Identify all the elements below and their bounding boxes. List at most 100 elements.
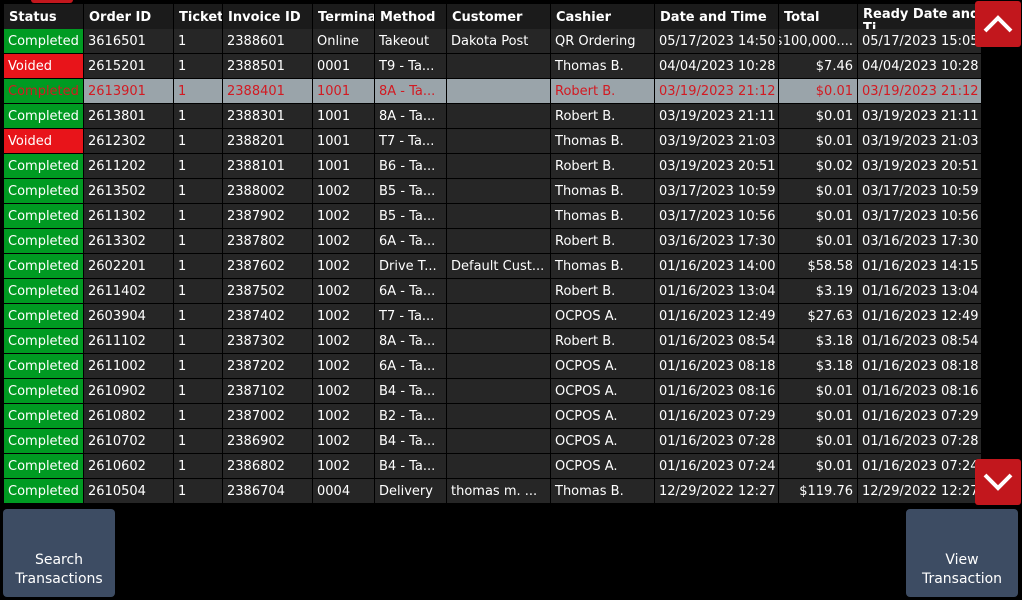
cell-total[interactable]: $3.18: [779, 354, 857, 379]
cell-terminal[interactable]: 0001: [313, 54, 374, 79]
cell-ready-date-time[interactable]: 01/16/2023 07:24: [858, 454, 981, 479]
cell-invoice-id[interactable]: 2387802: [223, 229, 312, 254]
cell-ticket[interactable]: 1: [174, 254, 222, 279]
cell-order-id[interactable]: 2610902: [84, 379, 173, 404]
cell-method[interactable]: 6A - Ta...: [375, 229, 446, 254]
column-header-order-id[interactable]: Order ID: [84, 4, 173, 32]
cell-invoice-id[interactable]: 2387102: [223, 379, 312, 404]
cell-invoice-id[interactable]: 2388201: [223, 129, 312, 154]
cell-total[interactable]: $3.19: [779, 279, 857, 304]
cell-invoice-id[interactable]: 2387302: [223, 329, 312, 354]
cell-date-time[interactable]: 01/16/2023 07:29: [655, 404, 778, 429]
cell-customer[interactable]: Dakota Post: [447, 29, 550, 54]
cell-method[interactable]: 6A - Ta...: [375, 354, 446, 379]
cell-invoice-id[interactable]: 2386704: [223, 479, 312, 504]
cell-total[interactable]: $0.01: [779, 404, 857, 429]
cell-cashier[interactable]: Thomas B.: [551, 129, 654, 154]
cell-method[interactable]: B4 - Ta...: [375, 454, 446, 479]
cell-order-id[interactable]: 2610602: [84, 454, 173, 479]
cell-total[interactable]: $7.46: [779, 54, 857, 79]
cell-customer[interactable]: [447, 404, 550, 429]
cell-total[interactable]: $3.18: [779, 329, 857, 354]
search-transactions-button[interactable]: Search Transactions: [3, 509, 115, 597]
cell-method[interactable]: B2 - Ta...: [375, 404, 446, 429]
cell-ready-date-time[interactable]: 05/17/2023 15:05: [858, 29, 981, 54]
cell-ready-date-time[interactable]: 03/16/2023 17:30: [858, 229, 981, 254]
cell-order-id[interactable]: 2613901: [84, 79, 173, 104]
status-badge[interactable]: Completed: [4, 229, 83, 254]
cell-customer[interactable]: [447, 379, 550, 404]
cell-ticket[interactable]: 1: [174, 354, 222, 379]
cell-invoice-id[interactable]: 2388601: [223, 29, 312, 54]
cell-ticket[interactable]: 1: [174, 54, 222, 79]
cell-customer[interactable]: [447, 129, 550, 154]
cell-invoice-id[interactable]: 2388301: [223, 104, 312, 129]
scroll-down-button[interactable]: [975, 459, 1021, 505]
cell-method[interactable]: Drive T...: [375, 254, 446, 279]
cell-ready-date-time[interactable]: 01/16/2023 08:16: [858, 379, 981, 404]
cell-cashier[interactable]: OCPOS A.: [551, 404, 654, 429]
cell-terminal[interactable]: Online: [313, 29, 374, 54]
cell-order-id[interactable]: 3616501: [84, 29, 173, 54]
cell-ready-date-time[interactable]: 03/19/2023 20:51: [858, 154, 981, 179]
cell-customer[interactable]: [447, 204, 550, 229]
cell-ready-date-time[interactable]: 03/19/2023 21:03: [858, 129, 981, 154]
cell-cashier[interactable]: Robert B.: [551, 279, 654, 304]
cell-method[interactable]: B4 - Ta...: [375, 379, 446, 404]
cell-order-id[interactable]: 2602201: [84, 254, 173, 279]
cell-method[interactable]: 8A - Ta...: [375, 329, 446, 354]
cell-date-time[interactable]: 05/17/2023 14:50: [655, 29, 778, 54]
cell-cashier[interactable]: OCPOS A.: [551, 354, 654, 379]
cell-invoice-id[interactable]: 2387402: [223, 304, 312, 329]
cell-order-id[interactable]: 2611002: [84, 354, 173, 379]
cell-invoice-id[interactable]: 2388501: [223, 54, 312, 79]
status-badge[interactable]: Completed: [4, 179, 83, 204]
cell-cashier[interactable]: QR Ordering: [551, 29, 654, 54]
cell-cashier[interactable]: Thomas B.: [551, 254, 654, 279]
cell-method[interactable]: 8A - Ta...: [375, 79, 446, 104]
column-header-terminal[interactable]: Terminal: [313, 4, 374, 32]
cell-method[interactable]: T9 - Ta...: [375, 54, 446, 79]
column-header-ready-date-time[interactable]: Ready Date and Ti: [858, 4, 981, 32]
scroll-up-button[interactable]: [975, 1, 1021, 47]
cell-invoice-id[interactable]: 2387602: [223, 254, 312, 279]
status-badge[interactable]: Completed: [4, 454, 83, 479]
cell-method[interactable]: Delivery: [375, 479, 446, 504]
cell-terminal[interactable]: 1002: [313, 279, 374, 304]
cell-total[interactable]: $27.63: [779, 304, 857, 329]
cell-cashier[interactable]: OCPOS A.: [551, 429, 654, 454]
cell-cashier[interactable]: Robert B.: [551, 329, 654, 354]
column-header-invoice-id[interactable]: Invoice ID: [223, 4, 312, 32]
cell-customer[interactable]: [447, 304, 550, 329]
cell-ready-date-time[interactable]: 01/16/2023 07:28: [858, 429, 981, 454]
cell-ticket[interactable]: 1: [174, 379, 222, 404]
column-header-cashier[interactable]: Cashier: [551, 4, 654, 32]
cell-order-id[interactable]: 2610504: [84, 479, 173, 504]
cell-ticket[interactable]: 1: [174, 29, 222, 54]
cell-ticket[interactable]: 1: [174, 154, 222, 179]
cell-customer[interactable]: thomas m. ...: [447, 479, 550, 504]
cell-customer[interactable]: [447, 279, 550, 304]
cell-ticket[interactable]: 1: [174, 229, 222, 254]
cell-customer[interactable]: [447, 79, 550, 104]
cell-date-time[interactable]: 03/19/2023 20:51: [655, 154, 778, 179]
cell-method[interactable]: 6A - Ta...: [375, 279, 446, 304]
cell-date-time[interactable]: 03/16/2023 17:30: [655, 229, 778, 254]
cell-customer[interactable]: [447, 54, 550, 79]
cell-total[interactable]: $119.76: [779, 479, 857, 504]
cell-cashier[interactable]: Thomas B.: [551, 54, 654, 79]
cell-total[interactable]: $0.01: [779, 79, 857, 104]
cell-terminal[interactable]: 1001: [313, 104, 374, 129]
cell-ready-date-time[interactable]: 03/19/2023 21:11: [858, 104, 981, 129]
cell-invoice-id[interactable]: 2388401: [223, 79, 312, 104]
cell-terminal[interactable]: 1002: [313, 304, 374, 329]
cell-method[interactable]: 8A - Ta...: [375, 104, 446, 129]
column-header-status[interactable]: Status: [4, 4, 83, 32]
cell-ticket[interactable]: 1: [174, 479, 222, 504]
cell-date-time[interactable]: 03/17/2023 10:56: [655, 204, 778, 229]
cell-cashier[interactable]: Robert B.: [551, 154, 654, 179]
cell-ticket[interactable]: 1: [174, 79, 222, 104]
cell-ready-date-time[interactable]: 01/16/2023 08:18: [858, 354, 981, 379]
cell-customer[interactable]: [447, 154, 550, 179]
cell-cashier[interactable]: Robert B.: [551, 229, 654, 254]
